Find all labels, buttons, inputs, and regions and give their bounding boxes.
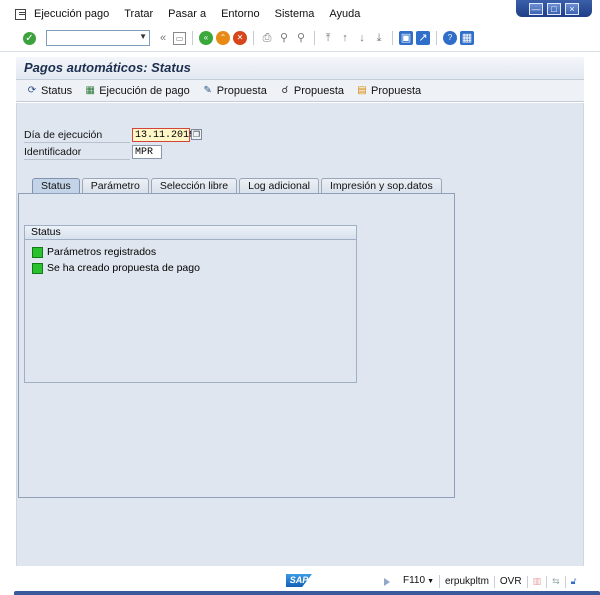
- close-button[interactable]: ×: [565, 2, 579, 15]
- insert-mode[interactable]: OVR: [495, 575, 528, 588]
- cancel-icon[interactable]: ✕: [233, 31, 247, 45]
- status-bar-info: F110 ▼ erpukpltm OVR ▥ ⇆ 🔓︎: [384, 575, 581, 588]
- exit-icon[interactable]: ⌃: [216, 31, 230, 45]
- pencil-icon: ✎: [203, 85, 212, 96]
- label-underline: [24, 142, 130, 143]
- command-field[interactable]: ▼: [46, 30, 150, 46]
- page-title: Pagos automáticos: Status: [24, 60, 191, 75]
- toolbar-separator: [392, 31, 393, 45]
- last-page-icon[interactable]: ⤓: [372, 31, 386, 45]
- identifier-field[interactable]: MPR: [132, 145, 162, 159]
- application-toolbar: ⟳ Status ▦ Ejecución de pago ✎ Propuesta…: [16, 80, 584, 102]
- refresh-icon: ⟳: [27, 85, 37, 96]
- settings-icon[interactable]: ⇆: [547, 575, 566, 588]
- run-date-field[interactable]: 13.11.2019: [132, 128, 195, 142]
- toolbar-separator: [314, 31, 315, 45]
- menu-tratar[interactable]: Tratar: [124, 8, 153, 20]
- proposal-log-button-label: Propuesta: [371, 84, 422, 97]
- back-icon[interactable]: «: [199, 31, 213, 45]
- transaction-code[interactable]: F110 ▼: [398, 575, 440, 588]
- proposal-log-button[interactable]: ▤ Propuesta: [356, 85, 421, 97]
- toolbar-separator: [192, 31, 193, 45]
- system-toolbar: ✓ ▼ « ▭ « ⌃ ✕ ⎙ ⚲ ⚲ ⤒ ↑ ↓ ⤓ ▣ ↗ ? ▦: [0, 27, 600, 52]
- display-proposal-button[interactable]: ☌ Propuesta: [279, 84, 345, 97]
- display-proposal-button-label: Propuesta: [293, 84, 345, 97]
- command-input[interactable]: [47, 31, 139, 45]
- toolbar-icons: « ▭ « ⌃ ✕ ⎙ ⚲ ⚲ ⤒ ↑ ↓ ⤓ ▣ ↗ ? ▦: [156, 31, 474, 45]
- sap-logo: SAP: [286, 574, 312, 587]
- tab-log-adicional[interactable]: Log adicional: [239, 178, 319, 194]
- tab-panel-status: Status Parámetros registrados Se ha crea…: [18, 193, 455, 498]
- lock-icon[interactable]: 🔓︎: [566, 576, 582, 588]
- back-double-chevron-icon[interactable]: «: [156, 31, 170, 45]
- status-group-title: Status: [25, 226, 356, 240]
- tab-parametro[interactable]: Parámetro: [81, 178, 149, 194]
- value-help-icon[interactable]: ❐: [191, 129, 202, 140]
- status-button[interactable]: ⟳ Status: [26, 85, 72, 97]
- green-led-icon: [32, 246, 43, 258]
- help-icon[interactable]: ?: [443, 31, 457, 45]
- first-page-icon[interactable]: ⤒: [321, 31, 335, 45]
- chart-icon[interactable]: ▥: [528, 575, 548, 588]
- server-name: erpukpltm: [440, 575, 495, 588]
- status-group: Status Parámetros registrados Se ha crea…: [24, 225, 357, 383]
- green-led-icon: [32, 262, 43, 274]
- chevron-down-icon[interactable]: ▼: [427, 578, 434, 585]
- shortcut-icon[interactable]: ↗: [416, 31, 430, 45]
- menu-ayuda[interactable]: Ayuda: [329, 8, 360, 20]
- menu-entorno[interactable]: Entorno: [221, 8, 260, 20]
- menu-ejecucion-pago[interactable]: Ejecución pago: [34, 8, 109, 20]
- print-icon[interactable]: ⎙: [260, 31, 274, 45]
- payment-run-button[interactable]: ▦ Ejecución de pago: [84, 84, 190, 97]
- payment-run-icon: ▦: [85, 85, 95, 96]
- enter-check-icon[interactable]: ✓: [23, 32, 36, 45]
- label-underline: [24, 159, 130, 160]
- menu-sistema[interactable]: Sistema: [275, 8, 315, 20]
- edit-proposal-button[interactable]: ✎ Propuesta: [202, 85, 267, 97]
- status-text: Parámetros registrados: [47, 246, 157, 258]
- toolbar-separator: [436, 31, 437, 45]
- run-date-label: Día de ejecución: [24, 129, 103, 141]
- tab-seleccion-libre[interactable]: Selección libre: [150, 178, 238, 194]
- log-scroll-icon: ▤: [357, 85, 367, 96]
- bottom-border: [14, 591, 600, 595]
- find-next-icon[interactable]: ⚲: [294, 31, 308, 45]
- maximize-button[interactable]: □: [547, 2, 561, 15]
- status-button-label: Status: [41, 84, 73, 97]
- screen-title-bar: Pagos automáticos: Status: [16, 57, 584, 80]
- status-text: Se ha creado propuesta de pago: [47, 262, 200, 274]
- customize-layout-icon[interactable]: ▦: [460, 31, 474, 45]
- tab-strip: Status Parámetro Selección libre Log adi…: [22, 178, 444, 194]
- glasses-icon: ☌: [281, 85, 289, 96]
- status-bar: SAP F110 ▼ erpukpltm OVR ▥ ⇆ 🔓︎: [0, 572, 600, 595]
- next-page-icon[interactable]: ↓: [355, 31, 369, 45]
- save-icon[interactable]: ▭: [173, 31, 186, 45]
- menu-bar: Ejecución pago Tratar Pasar a Entorno Si…: [0, 4, 534, 24]
- chevron-down-icon[interactable]: ▼: [139, 32, 147, 41]
- menu-exit-icon[interactable]: [14, 8, 26, 20]
- tab-impresion[interactable]: Impresión y sop.datos: [321, 178, 442, 194]
- tab-status[interactable]: Status: [32, 178, 80, 194]
- payment-run-button-label: Ejecución de pago: [99, 84, 190, 97]
- new-session-icon[interactable]: ▣: [399, 31, 413, 45]
- edit-proposal-button-label: Propuesta: [216, 84, 267, 97]
- status-row: Parámetros registrados: [32, 244, 356, 260]
- play-icon[interactable]: [384, 577, 390, 586]
- menu-pasar-a[interactable]: Pasar a: [168, 8, 206, 20]
- toolbar-separator: [253, 31, 254, 45]
- find-icon[interactable]: ⚲: [277, 31, 291, 45]
- identifier-label: Identificador: [24, 146, 82, 158]
- status-row: Se ha creado propuesta de pago: [32, 260, 356, 276]
- previous-page-icon[interactable]: ↑: [338, 31, 352, 45]
